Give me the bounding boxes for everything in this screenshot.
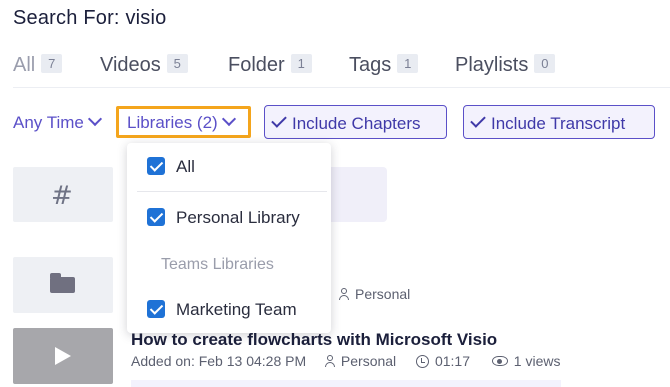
tab-label: Playlists: [455, 54, 529, 76]
eye-icon: [491, 356, 508, 366]
folder-icon: [50, 273, 75, 293]
video-thumbnail[interactable]: [13, 328, 113, 384]
library-option-marketing-team[interactable]: Marketing Team: [147, 300, 297, 320]
video-duration: 01:17: [434, 353, 470, 369]
person-icon: [324, 355, 336, 367]
include-transcript-toggle[interactable]: Include Transcript: [463, 105, 655, 139]
chevron-down-icon: [87, 111, 102, 127]
time-filter[interactable]: Any Time: [13, 111, 102, 133]
option-label: Personal Library: [176, 208, 300, 227]
tab-folder[interactable]: Folder 1: [228, 54, 312, 77]
checkbox-checked-icon[interactable]: [147, 208, 165, 226]
count-badge: 5: [166, 54, 188, 73]
hash-icon: #: [51, 181, 73, 211]
tab-videos[interactable]: Videos 5: [100, 54, 188, 77]
video-meta: Added on: Feb 13 04:28 PM Personal 01:17…: [131, 353, 560, 369]
libraries-filter[interactable]: Libraries (2): [116, 106, 251, 138]
checkbox-checked-icon[interactable]: [147, 300, 165, 318]
count-badge: 7: [41, 54, 63, 73]
tabs-divider: [13, 87, 670, 88]
next-result-edge: [131, 380, 561, 387]
folder-thumbnail[interactable]: [13, 257, 113, 313]
folder-library-name: Personal: [355, 286, 411, 302]
folder-library: Personal: [338, 286, 410, 302]
tab-all[interactable]: All 7: [13, 54, 63, 77]
chevron-down-icon: [221, 111, 236, 127]
video-library: Personal: [340, 353, 397, 369]
check-icon: [470, 112, 486, 128]
library-option-personal[interactable]: Personal Library: [147, 208, 300, 228]
libraries-filter-label: Libraries (2): [127, 113, 218, 132]
count-badge: 0: [534, 54, 556, 73]
checkbox-checked-icon[interactable]: [147, 157, 165, 175]
filter-bar: Any Time Libraries (2) Include Chapters …: [0, 105, 670, 141]
video-added: Added on: Feb 13 04:28 PM: [131, 353, 307, 369]
include-chapters-toggle[interactable]: Include Chapters: [264, 105, 447, 139]
option-label: All: [176, 157, 195, 176]
tab-tags[interactable]: Tags 1: [349, 54, 419, 77]
page-title: Search For: visio: [13, 7, 167, 29]
count-badge: 1: [397, 54, 419, 73]
tab-label: Videos: [100, 54, 161, 76]
library-option-all[interactable]: All: [147, 157, 195, 177]
include-chapters-label: Include Chapters: [292, 114, 421, 133]
tab-label: Tags: [349, 54, 392, 76]
check-icon: [271, 112, 287, 128]
time-filter-label: Any Time: [13, 113, 84, 132]
tab-label: Folder: [228, 54, 285, 76]
tab-label: All: [13, 54, 36, 76]
play-icon: [55, 347, 71, 365]
video-title[interactable]: How to create flowcharts with Microsoft …: [131, 330, 497, 350]
dropdown-divider: [137, 191, 327, 192]
clock-icon: [415, 355, 429, 368]
person-icon: [338, 288, 350, 300]
tag-result-card[interactable]: [330, 167, 387, 222]
count-badge: 1: [290, 54, 312, 73]
include-transcript-label: Include Transcript: [491, 114, 626, 133]
video-views: 1 views: [513, 353, 561, 369]
option-label: Marketing Team: [176, 300, 297, 319]
tag-thumbnail[interactable]: #: [13, 167, 113, 222]
tab-playlists[interactable]: Playlists 0: [455, 54, 556, 77]
teams-libraries-heading: Teams Libraries: [161, 256, 274, 273]
libraries-dropdown: All Personal Library Teams Libraries Mar…: [127, 143, 331, 333]
